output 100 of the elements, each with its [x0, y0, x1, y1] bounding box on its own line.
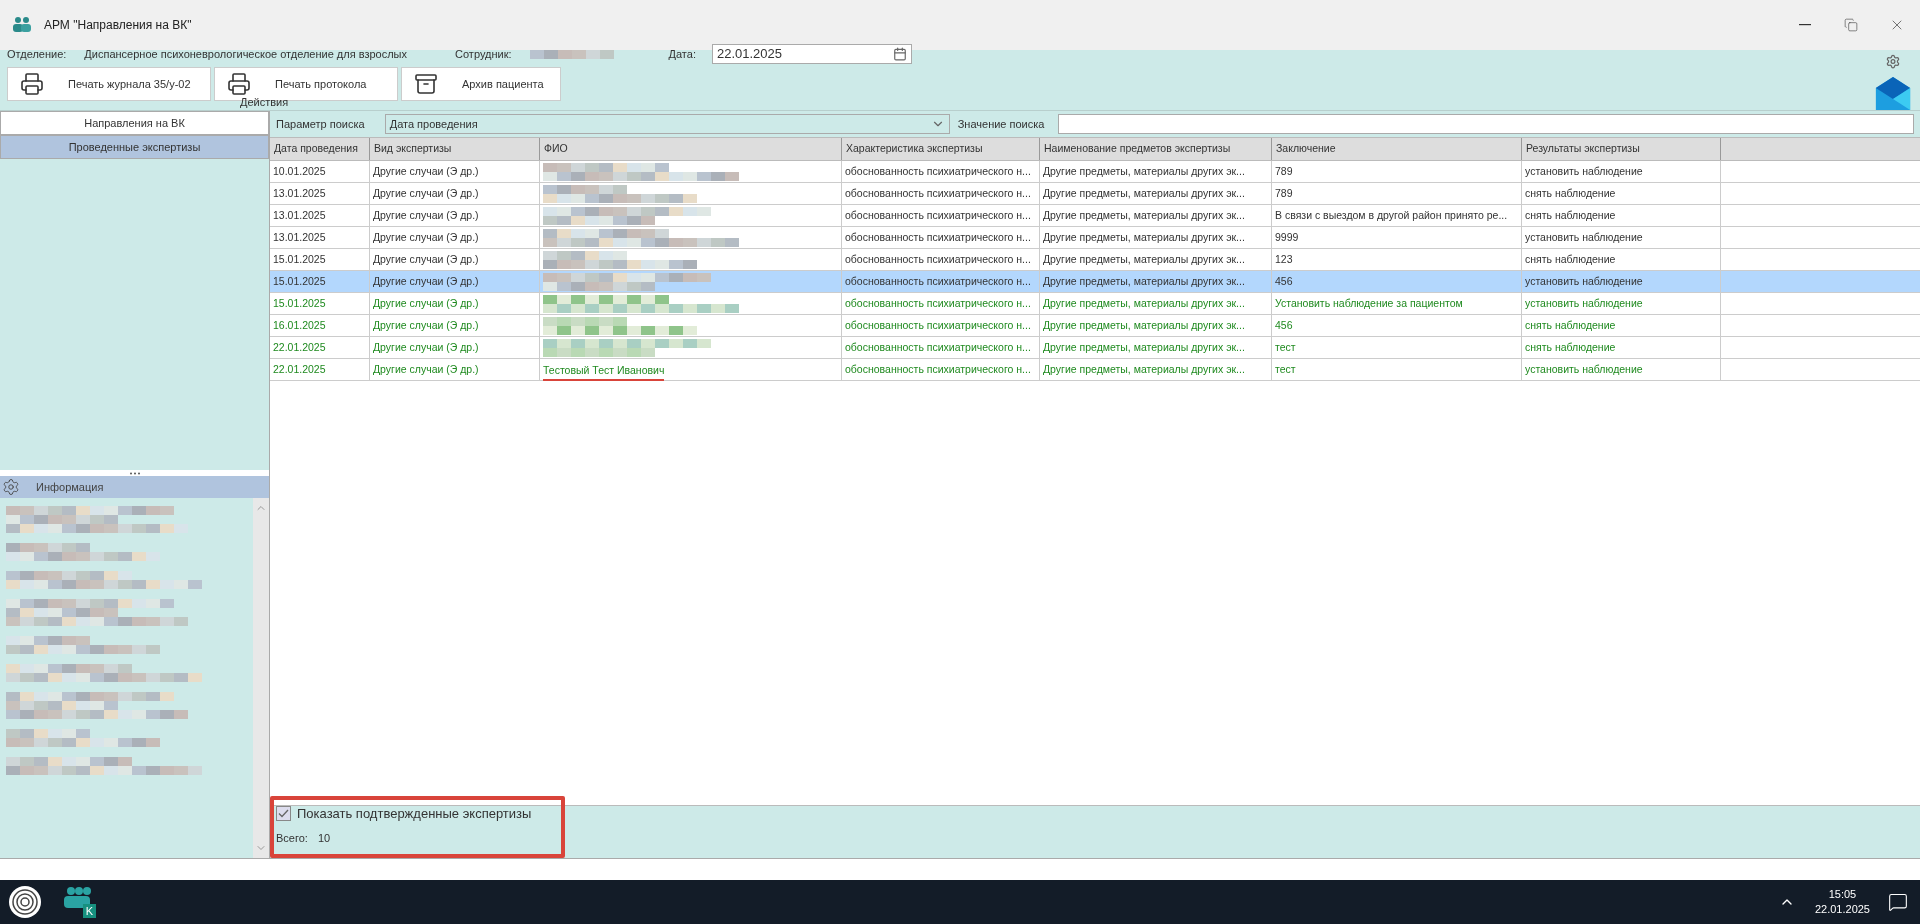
table-cell-text: обоснованность психиатрического н...	[845, 207, 1031, 223]
date-field[interactable]: 22.01.2025	[711, 44, 912, 64]
table-cell-text: Другие предметы, материалы других эк...	[1043, 361, 1245, 377]
table-cell-text: тест	[1275, 361, 1296, 377]
table-row[interactable]: 22.01.2025 Другие случаи (Э др.) Тестовый Тест Иванович обоснованность психиатрического н... Другие предметы, материалы других эк... тест установить наблюдение	[270, 359, 1920, 381]
table-cell-text: снять наблюдение	[1525, 207, 1616, 223]
table-cell-text: Другие предметы, материалы других эк...	[1043, 339, 1245, 355]
table-cell-text: обоснованность психиатрического н...	[845, 185, 1031, 201]
table-cell-text: установить наблюдение	[1525, 229, 1643, 245]
window-title: АРМ "Направления на ВК"	[44, 17, 192, 34]
table-cell-text: обоснованность психиатрического н...	[845, 361, 1031, 377]
table-cell-text: обоснованность психиатрического н...	[845, 229, 1031, 245]
notification-icon[interactable]	[1888, 892, 1908, 912]
table-cell-text: Другие случаи (Э др.)	[373, 339, 479, 355]
table-cell-text: 456	[1275, 317, 1293, 333]
table-row[interactable]: 15.01.2025 Другие случаи (Э др.) обоснованность психиатрического н... Другие предметы, материалы других эк... Установить наблюдение за пациентом установить наблюдение	[270, 293, 1920, 315]
table-cell-text: 16.01.2025	[273, 317, 326, 333]
search-param-dropdown[interactable]: Дата проведения	[384, 114, 950, 134]
employee-label: Сотрудник:	[455, 46, 512, 62]
table-cell-text: Другие предметы, материалы других эк...	[1043, 295, 1245, 311]
restore-icon	[1844, 18, 1858, 32]
table-cell-text: обоснованность психиатрического н...	[845, 273, 1031, 289]
table-cell-text: обоснованность психиатрического н...	[845, 251, 1031, 267]
action-button[interactable]: Архив пациента	[401, 67, 561, 101]
total-label: Всего:	[276, 830, 308, 846]
table-cell-text: Другие случаи (Э др.)	[373, 229, 479, 245]
table-cell-text: 15.01.2025	[273, 251, 326, 267]
table-cell-text: 22.01.2025	[273, 361, 326, 377]
column-header[interactable]: ФИО	[540, 138, 842, 160]
date-label: Дата:	[668, 46, 696, 62]
table-cell-text: тест	[1275, 339, 1296, 355]
table-cell-text: Другие предметы, материалы других эк...	[1043, 185, 1245, 201]
info-title: Информация	[36, 479, 104, 495]
table-cell-text: Другие случаи (Э др.)	[373, 185, 479, 201]
table-cell-text: установить наблюдение	[1525, 361, 1643, 377]
checkbox[interactable]	[276, 806, 291, 822]
table-cell-text: Другие предметы, материалы других эк...	[1043, 251, 1245, 267]
column-header[interactable]: Дата проведения	[270, 138, 370, 160]
printer-icon	[20, 72, 44, 96]
table-row[interactable]: 15.01.2025 Другие случаи (Э др.) обоснованность психиатрического н... Другие предметы, материалы других эк... 123 снять наблюдение	[270, 249, 1920, 271]
minimize-icon	[1799, 24, 1811, 26]
table-cell-text: Другие случаи (Э др.)	[373, 251, 479, 267]
table-cell-text: Другие предметы, материалы других эк...	[1043, 207, 1245, 223]
clock[interactable]: 15:05 22.01.2025	[1814, 887, 1870, 917]
table-cell-text: Другие случаи (Э др.)	[373, 207, 479, 223]
side-tab[interactable]: Проведенные экспертизы	[0, 135, 269, 159]
table-cell-text: Установить наблюдение за пациентом	[1275, 295, 1463, 311]
table-cell-text: Другие случаи (Э др.)	[373, 361, 479, 377]
table-row[interactable]: 10.01.2025 Другие случаи (Э др.) обоснованность психиатрического н... Другие предметы, материалы других эк... 789 установить наблюдение	[270, 161, 1920, 183]
total-value: 10	[317, 830, 331, 846]
search-param-label: Параметр поиска	[276, 116, 365, 132]
table-cell-text: Другие предметы, материалы других эк...	[1043, 229, 1245, 245]
table-cell-text: 789	[1275, 163, 1293, 179]
table-row[interactable]: 13.01.2025 Другие случаи (Э др.) обоснованность психиатрического н... Другие предметы, материалы других эк... 789 снять наблюдение	[270, 183, 1920, 205]
table-cell-text: установить наблюдение	[1525, 273, 1643, 289]
calendar-icon	[892, 47, 907, 61]
archive-icon	[414, 72, 438, 96]
table-cell-text: 22.01.2025	[273, 339, 326, 355]
table-cell-text: Другие случаи (Э др.)	[373, 273, 479, 289]
column-header[interactable]: Вид экспертизы	[370, 138, 540, 160]
table-cell-text: обоснованность психиатрического н...	[845, 339, 1031, 355]
table-cell-text: обоснованность психиатрического н...	[845, 295, 1031, 311]
table-cell-text: снять наблюдение	[1525, 339, 1616, 355]
table-cell-text: 456	[1275, 273, 1293, 289]
column-header[interactable]: Заключение	[1272, 138, 1522, 160]
people-icon	[12, 16, 32, 34]
table-cell-text: 13.01.2025	[273, 185, 326, 201]
table-row[interactable]: 15.01.2025 Другие случаи (Э др.) обоснованность психиатрического н... Другие предметы, материалы других эк... 456 установить наблюдение	[270, 271, 1920, 293]
department-value: Диспансерное психоневрологическое отделение для взрослых	[84, 46, 408, 62]
table-cell-text: Другие случаи (Э др.)	[373, 295, 479, 311]
table-cell-text: Другие предметы, материалы других эк...	[1043, 163, 1245, 179]
table-cell-text: 15.01.2025	[273, 295, 326, 311]
action-button[interactable]: Печать журнала 35/у-02	[7, 67, 211, 101]
scrollbar[interactable]	[253, 498, 269, 858]
table-row[interactable]: 13.01.2025 Другие случаи (Э др.) обоснованность психиатрического н... Другие предметы, материалы других эк... В связи с выездом в другой район принято ре... снять наблюдение	[270, 205, 1920, 227]
table-cell-text: 789	[1275, 185, 1293, 201]
table-cell-text: Другие случаи (Э др.)	[373, 163, 479, 179]
table-cell-text: снять наблюдение	[1525, 251, 1616, 267]
table-cell-text: 13.01.2025	[273, 207, 326, 223]
table-row[interactable]: 22.01.2025 Другие случаи (Э др.) обоснованность психиатрического н... Другие предметы, материалы других эк... тест снять наблюдение	[270, 337, 1920, 359]
table-cell-text: обоснованность психиатрического н...	[845, 163, 1031, 179]
column-header[interactable]: Характеристика экспертизы	[842, 138, 1040, 160]
settings-icon[interactable]	[2, 478, 20, 496]
table-cell-text: снять наблюдение	[1525, 185, 1616, 201]
search-value-label: Значение поиска	[957, 116, 1045, 132]
department-label: Отделение:	[7, 46, 67, 62]
table-row[interactable]: 16.01.2025 Другие случаи (Э др.) обоснованность психиатрического н... Другие предметы, материалы других эк... 456 снять наблюдение	[270, 315, 1920, 337]
table-cell-text: Другие предметы, материалы других эк...	[1043, 273, 1245, 289]
side-tab[interactable]: Направления на ВК	[0, 111, 269, 135]
search-value-field[interactable]	[1058, 114, 1914, 134]
column-header[interactable]: Результаты экспертизы	[1522, 138, 1721, 160]
table-cell-text: установить наблюдение	[1525, 163, 1643, 179]
table-cell-text: Другие случаи (Э др.)	[373, 317, 479, 333]
table-cell-text: снять наблюдение	[1525, 317, 1616, 333]
table-row[interactable]: 13.01.2025 Другие случаи (Э др.) обоснованность психиатрического н... Другие предметы, материалы других эк... 9999 установить наблюдение	[270, 227, 1920, 249]
table-cell-text: обоснованность психиатрического н...	[845, 317, 1031, 333]
checkbox-label: Показать подтвержденные экспертизы	[297, 805, 532, 823]
table-cell-text: 13.01.2025	[273, 229, 326, 245]
column-header[interactable]: Наименование предметов экспертизы	[1040, 138, 1272, 160]
table-cell-text: 123	[1275, 251, 1293, 267]
